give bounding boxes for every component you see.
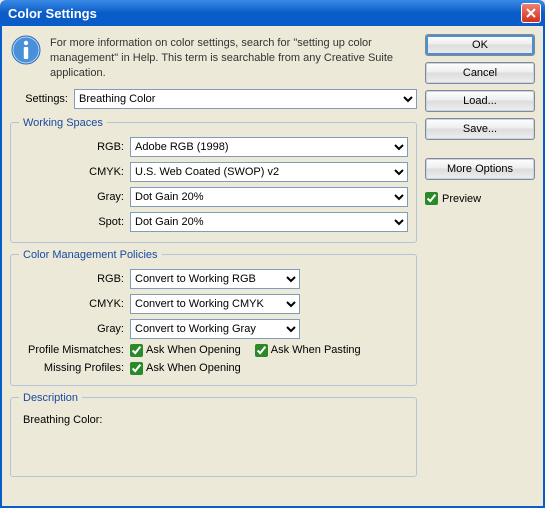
ws-spot-label: Spot: (19, 216, 124, 228)
preview-row: Preview (425, 192, 535, 205)
pol-gray-label: Gray: (19, 323, 124, 335)
ws-gray-select[interactable]: Dot Gain 20% (130, 187, 408, 207)
settings-row: Settings: Breathing Color (10, 89, 417, 109)
spacer (425, 146, 535, 152)
mismatch-ask-pasting[interactable]: Ask When Pasting (255, 344, 361, 357)
preview-label: Preview (442, 193, 481, 205)
cancel-button[interactable]: Cancel (425, 62, 535, 84)
right-column: OK Cancel Load... Save... More Options P… (425, 34, 535, 498)
pol-gray-select[interactable]: Convert to Working Gray (130, 319, 300, 339)
load-button[interactable]: Load... (425, 90, 535, 112)
ws-rgb-select[interactable]: Adobe RGB (1998) (130, 137, 408, 157)
preview-checkbox[interactable] (425, 192, 438, 205)
mismatch-ask-opening-text: Ask When Opening (146, 344, 241, 356)
window-title: Color Settings (8, 6, 97, 21)
dialog-body: For more information on color settings, … (0, 26, 545, 508)
missing-ask-opening-text: Ask When Opening (146, 362, 241, 374)
description-group: Description Breathing Color: (10, 392, 417, 477)
settings-select[interactable]: Breathing Color (74, 89, 417, 109)
missing-ask-opening-checkbox[interactable] (130, 362, 143, 375)
save-button[interactable]: Save... (425, 118, 535, 140)
ws-gray-label: Gray: (19, 191, 124, 203)
ws-spot-select[interactable]: Dot Gain 20% (130, 212, 408, 232)
info-text: For more information on color settings, … (50, 34, 417, 81)
ws-cmyk-select[interactable]: U.S. Web Coated (SWOP) v2 (130, 162, 408, 182)
info-icon (10, 34, 42, 66)
mismatch-label: Profile Mismatches: (19, 344, 124, 356)
working-spaces-legend: Working Spaces (19, 117, 107, 129)
policies-group: Color Management Policies RGB: Convert t… (10, 249, 417, 386)
mismatch-ask-opening[interactable]: Ask When Opening (130, 344, 241, 357)
ws-rgb-label: RGB: (19, 141, 124, 153)
info-row: For more information on color settings, … (10, 34, 417, 81)
mismatch-ask-opening-checkbox[interactable] (130, 344, 143, 357)
policies-legend: Color Management Policies (19, 249, 162, 261)
left-column: For more information on color settings, … (10, 34, 425, 498)
missing-label: Missing Profiles: (19, 362, 124, 374)
more-options-button[interactable]: More Options (425, 158, 535, 180)
settings-label: Settings: (10, 93, 68, 105)
ws-cmyk-label: CMYK: (19, 166, 124, 178)
working-spaces-group: Working Spaces RGB: Adobe RGB (1998) CMY… (10, 117, 417, 243)
description-text: Breathing Color: (19, 412, 408, 466)
description-legend: Description (19, 392, 82, 404)
close-icon (526, 8, 536, 18)
close-button[interactable] (521, 3, 541, 23)
pol-cmyk-select[interactable]: Convert to Working CMYK (130, 294, 300, 314)
titlebar: Color Settings (0, 0, 545, 26)
mismatch-ask-pasting-text: Ask When Pasting (271, 344, 361, 356)
mismatch-ask-pasting-checkbox[interactable] (255, 344, 268, 357)
pol-rgb-label: RGB: (19, 273, 124, 285)
missing-ask-opening[interactable]: Ask When Opening (130, 362, 241, 375)
pol-cmyk-label: CMYK: (19, 298, 124, 310)
pol-rgb-select[interactable]: Convert to Working RGB (130, 269, 300, 289)
ok-button[interactable]: OK (425, 34, 535, 56)
